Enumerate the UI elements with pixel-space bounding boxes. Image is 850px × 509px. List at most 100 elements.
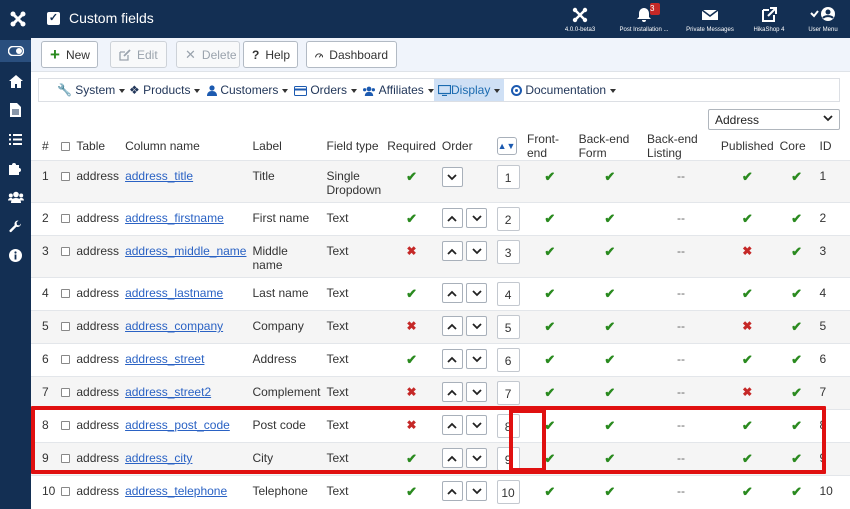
row-column-name[interactable]: address_lastname [122, 277, 250, 311]
row-checkbox[interactable] [61, 172, 71, 182]
row-required[interactable]: ✔ [384, 475, 439, 509]
move-down-button[interactable] [466, 208, 488, 228]
back-end-form-check-icon[interactable]: ✔ [579, 286, 641, 302]
front-end-check-icon[interactable]: ✔ [527, 484, 573, 500]
published-check-icon[interactable]: ✔ [721, 211, 774, 227]
required-cross-icon[interactable]: ✖ [387, 385, 436, 399]
back-end-form-check-icon[interactable]: ✔ [579, 352, 641, 368]
published-cross-icon[interactable]: ✖ [721, 385, 774, 399]
menu-documentation[interactable]: Documentation [507, 79, 620, 101]
row-core[interactable]: ✔ [776, 160, 817, 203]
published-cross-icon[interactable]: ✖ [721, 319, 774, 333]
post-installation-messages[interactable]: Post Installation ... [616, 4, 672, 34]
menu-products[interactable]: ❖ Products [125, 79, 204, 101]
published-check-icon[interactable]: ✔ [721, 352, 774, 368]
menu-display[interactable]: Display [434, 79, 505, 101]
move-up-button[interactable] [441, 241, 463, 261]
required-check-icon[interactable]: ✔ [387, 286, 436, 302]
row-back-end-form[interactable]: ✔ [575, 277, 645, 311]
row-front-end[interactable]: ✔ [523, 343, 576, 377]
row-select[interactable] [58, 235, 74, 278]
row-core[interactable]: ✔ [776, 202, 817, 236]
hikashop-link[interactable]: HikaShop 4 [748, 4, 790, 34]
required-check-icon[interactable]: ✔ [387, 352, 436, 368]
move-up-button[interactable] [441, 382, 463, 402]
row-back-end-form[interactable]: ✔ [575, 343, 645, 377]
core-check-icon[interactable]: ✔ [780, 319, 814, 335]
private-messages[interactable]: Private Messages [684, 4, 736, 34]
front-end-check-icon[interactable]: ✔ [527, 319, 573, 335]
move-up-button[interactable] [441, 208, 463, 228]
header-select-all[interactable] [58, 132, 73, 161]
row-column-name[interactable]: address_title [122, 160, 250, 203]
row-published[interactable]: ✖ [717, 376, 777, 410]
row-select[interactable] [58, 202, 74, 236]
row-checkbox[interactable] [61, 289, 71, 299]
help-button[interactable]: ? Help [243, 41, 298, 68]
row-column-name[interactable]: address_company [122, 310, 250, 344]
order-input[interactable]: 3 [496, 240, 520, 264]
row-front-end[interactable]: ✔ [523, 235, 576, 278]
back-end-form-check-icon[interactable]: ✔ [579, 169, 641, 185]
order-input[interactable]: 2 [496, 207, 520, 231]
menu-system[interactable]: 🔧 System [53, 79, 129, 101]
row-checkbox[interactable] [61, 247, 71, 257]
front-end-check-icon[interactable]: ✔ [527, 385, 573, 401]
move-up-button[interactable] [441, 481, 463, 501]
move-up-button[interactable] [441, 349, 463, 369]
move-down-button[interactable] [466, 382, 488, 402]
sidebar-item-system[interactable] [0, 215, 31, 237]
move-down-button[interactable] [466, 241, 488, 261]
row-core[interactable]: ✔ [776, 235, 817, 278]
move-up-button[interactable] [441, 316, 463, 336]
row-published[interactable]: ✔ [717, 160, 777, 203]
row-select[interactable] [58, 160, 74, 203]
sidebar-item-components[interactable] [0, 157, 31, 179]
column-name-link[interactable]: address_title [125, 169, 193, 183]
row-back-end-form[interactable]: ✔ [575, 376, 645, 410]
row-published[interactable]: ✖ [717, 310, 777, 344]
move-up-button[interactable] [441, 283, 463, 303]
row-back-end-form[interactable]: ✔ [575, 475, 645, 509]
row-column-name[interactable]: address_middle_name [122, 235, 250, 278]
back-end-form-check-icon[interactable]: ✔ [579, 244, 641, 260]
row-core[interactable]: ✔ [776, 376, 817, 410]
move-down-button[interactable] [441, 167, 463, 187]
row-checkbox[interactable] [61, 214, 71, 224]
menu-customers[interactable]: Customers [203, 79, 292, 101]
core-check-icon[interactable]: ✔ [780, 169, 814, 185]
move-down-button[interactable] [466, 481, 488, 501]
front-end-check-icon[interactable]: ✔ [527, 211, 573, 227]
column-name-link[interactable]: address_telephone [125, 484, 227, 498]
row-required[interactable]: ✖ [384, 235, 439, 278]
menu-orders[interactable]: Orders [290, 79, 361, 101]
row-core[interactable]: ✔ [776, 475, 817, 509]
row-published[interactable]: ✔ [717, 202, 777, 236]
sidebar-item-menus[interactable] [0, 128, 31, 150]
order-input[interactable]: 1 [496, 165, 520, 189]
required-check-icon[interactable]: ✔ [387, 169, 436, 185]
row-select[interactable] [58, 376, 74, 410]
row-select[interactable] [58, 277, 74, 311]
select-all-checkbox[interactable] [61, 142, 71, 152]
core-check-icon[interactable]: ✔ [780, 385, 814, 401]
joomla-version[interactable]: 4.0.0-beta3 [560, 4, 600, 34]
dashboard-button[interactable]: Dashboard [306, 41, 397, 68]
front-end-check-icon[interactable]: ✔ [527, 352, 573, 368]
row-core[interactable]: ✔ [776, 343, 817, 377]
row-back-end-form[interactable]: ✔ [575, 202, 645, 236]
row-front-end[interactable]: ✔ [523, 277, 576, 311]
required-cross-icon[interactable]: ✖ [387, 244, 436, 258]
core-check-icon[interactable]: ✔ [780, 352, 814, 368]
row-core[interactable]: ✔ [776, 277, 817, 311]
front-end-check-icon[interactable]: ✔ [527, 286, 573, 302]
row-required[interactable]: ✔ [384, 277, 439, 311]
row-select[interactable] [58, 343, 74, 377]
delete-button[interactable]: ✕ Delete [176, 41, 240, 68]
menu-affiliates[interactable]: Affiliates [358, 79, 438, 101]
row-front-end[interactable]: ✔ [523, 376, 576, 410]
row-column-name[interactable]: address_telephone [122, 475, 250, 509]
row-required[interactable]: ✖ [384, 376, 439, 410]
move-down-button[interactable] [466, 316, 488, 336]
row-required[interactable]: ✖ [384, 310, 439, 344]
